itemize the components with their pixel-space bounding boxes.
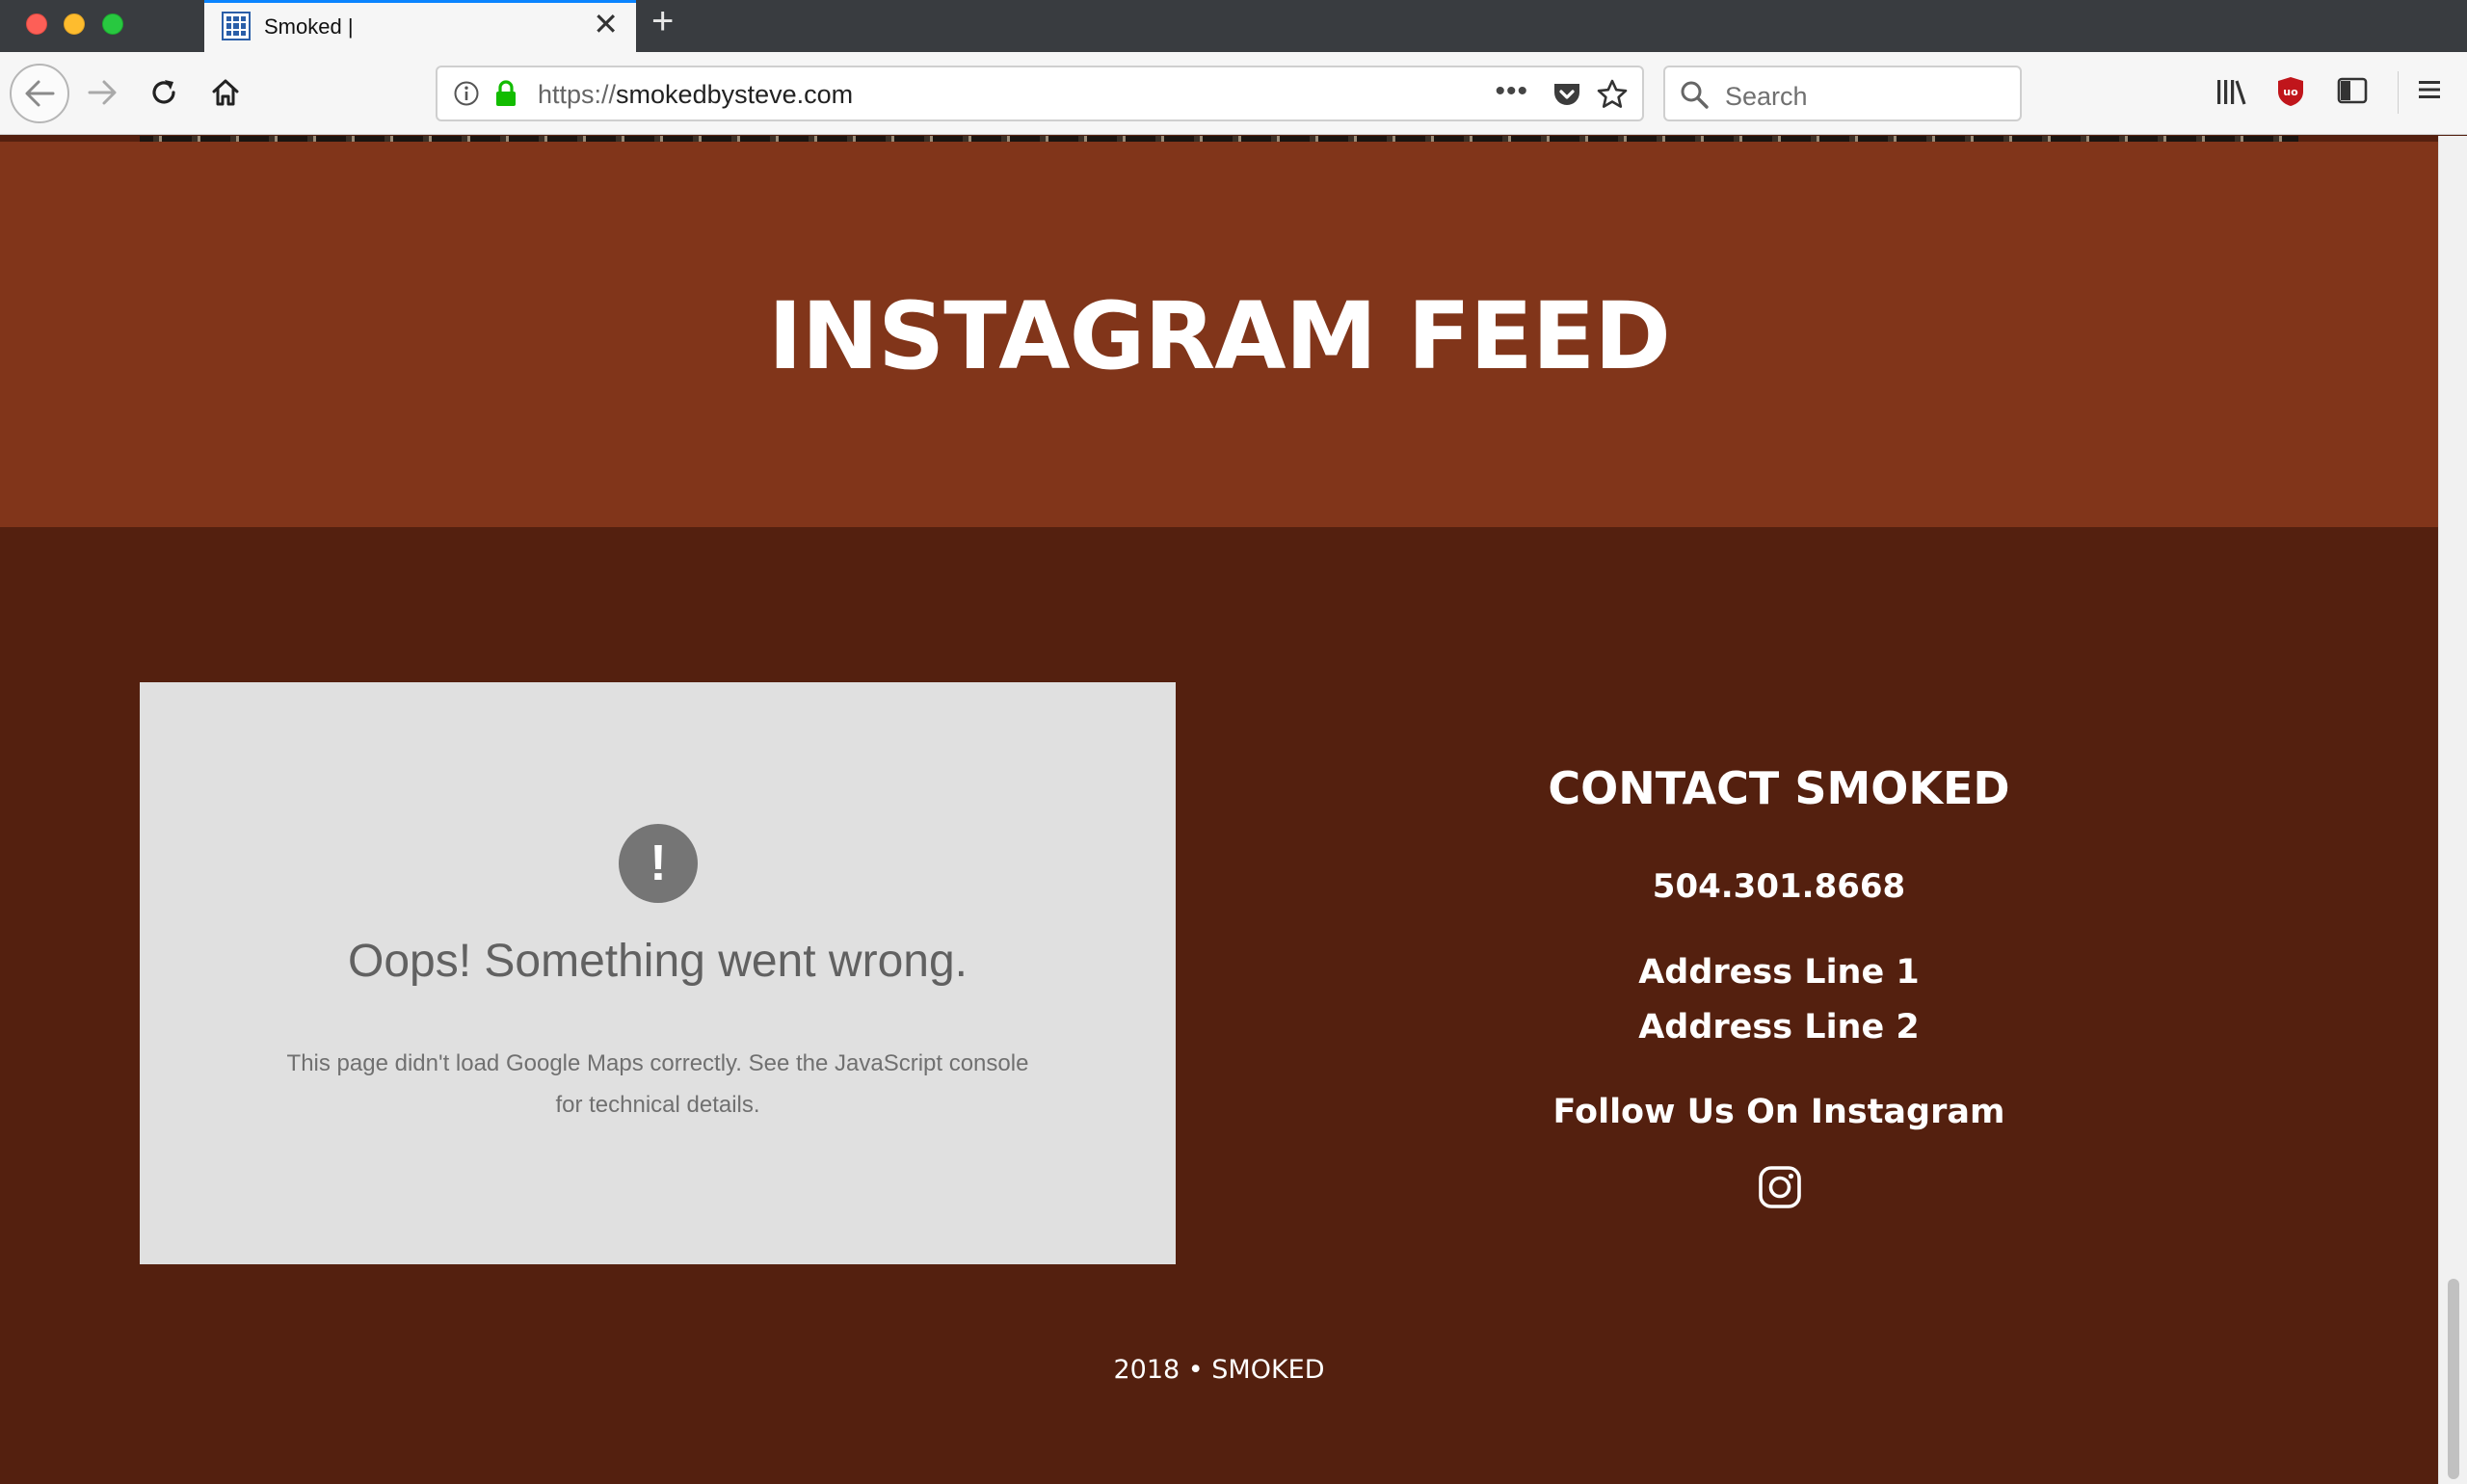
url-host: smokedbysteve.com: [616, 80, 854, 109]
back-button[interactable]: [10, 64, 69, 123]
page-actions-button[interactable]: •••: [1495, 75, 1528, 108]
tab-title: Smoked |: [264, 14, 354, 39]
google-map-embed[interactable]: ! Oops! Something went wrong. This page …: [140, 682, 1176, 1264]
contact-heading: CONTACT SMOKED: [1548, 762, 2010, 814]
home-icon: [212, 79, 239, 106]
footer-copyright: 2018 • SMOKED: [1113, 1355, 1325, 1385]
follow-instagram-label: Follow Us On Instagram: [1552, 1093, 2005, 1131]
close-window-button[interactable]: [26, 13, 47, 35]
reload-button[interactable]: [137, 66, 191, 119]
navigation-toolbar: https://smokedbysteve.com ••• Search uo: [0, 52, 2467, 135]
forward-button[interactable]: [75, 66, 129, 119]
map-error-message: This page didn't load Google Maps correc…: [286, 1050, 1029, 1118]
search-bar[interactable]: Search: [1663, 66, 2022, 121]
address-line-1: Address Line 1: [1638, 953, 1920, 992]
instagram-feed-heading: INSTAGRAM FEED: [768, 282, 1671, 390]
page-scrollbar[interactable]: [2438, 136, 2467, 1484]
address-line-2: Address Line 2: [1638, 1008, 1920, 1047]
hamburger-menu-icon[interactable]: [2415, 75, 2444, 104]
scrollbar-thumb[interactable]: [2448, 1279, 2459, 1479]
tab-close-icon[interactable]: ✕: [593, 9, 619, 40]
address-bar[interactable]: https://smokedbysteve.com •••: [436, 66, 1644, 121]
toolbar-divider: [2398, 71, 2399, 114]
active-tab[interactable]: Smoked | ✕: [204, 0, 636, 54]
reload-icon: [152, 80, 175, 104]
contact-phone[interactable]: 504.301.8668: [1474, 867, 2083, 906]
bookmark-star-icon[interactable]: [1596, 78, 1629, 111]
library-icon[interactable]: [2215, 75, 2249, 108]
pocket-icon[interactable]: [1552, 80, 1582, 109]
minimize-window-button[interactable]: [64, 13, 85, 35]
url-text[interactable]: https://smokedbysteve.com: [538, 80, 853, 110]
page-viewport: INSTAGRAM FEED ! Oops! Something went wr…: [0, 136, 2438, 1484]
svg-text:uo: uo: [2283, 86, 2298, 98]
site-favicon-icon: [222, 12, 251, 40]
map-error-heading: Oops! Something went wrong.: [347, 936, 968, 987]
lock-icon[interactable]: [493, 79, 518, 108]
url-protocol: https://: [538, 80, 617, 109]
zoom-window-button[interactable]: [102, 13, 123, 35]
tab-strip: Smoked | ✕ +: [0, 0, 2467, 54]
new-tab-button[interactable]: +: [651, 2, 674, 40]
warning-icon: !: [619, 824, 698, 903]
ublock-origin-icon[interactable]: uo: [2276, 75, 2305, 108]
sidebar-toggle-icon[interactable]: [2336, 75, 2369, 106]
search-icon: [1681, 81, 1709, 109]
arrow-left-icon: [25, 80, 55, 107]
home-button[interactable]: [199, 66, 252, 119]
search-placeholder: Search: [1725, 82, 1808, 111]
arrow-right-icon: [88, 80, 117, 105]
info-icon[interactable]: [453, 80, 480, 107]
instagram-icon[interactable]: [1758, 1165, 1802, 1209]
